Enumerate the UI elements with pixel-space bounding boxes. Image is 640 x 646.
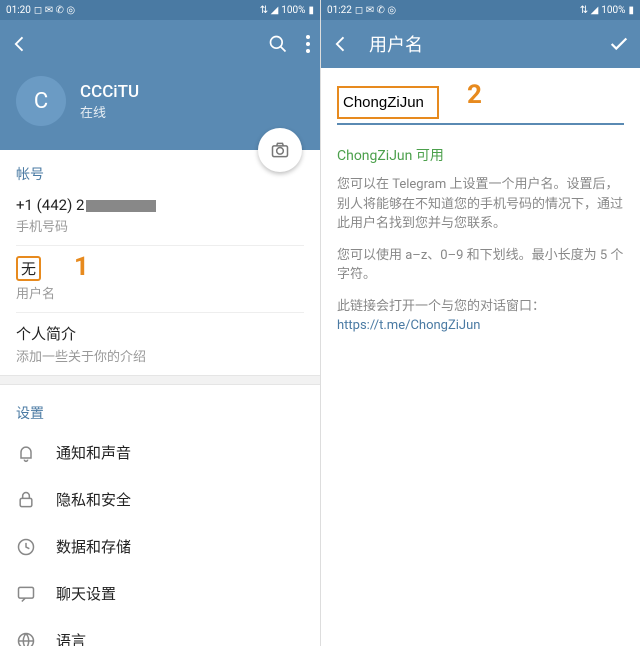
- account-section-title: 帐号: [16, 150, 304, 186]
- username-input[interactable]: [343, 88, 433, 117]
- phone-row[interactable]: +1 (442) 2 手机号码: [16, 186, 304, 246]
- username-screen: 01:22 ◻ ✉ ✆ ◎ ⇅ ◢ 100%▮ 用户名 2 ChongZiJun…: [320, 0, 640, 646]
- back-button[interactable]: [331, 34, 355, 54]
- status-bar: 01:20 ◻ ✉ ✆ ◎ ⇅ ◢ 100%▮: [0, 0, 320, 20]
- header: [0, 20, 320, 68]
- username-highlight: [337, 86, 439, 119]
- settings-screen: 01:20 ◻ ✉ ✆ ◎ ⇅ ◢ 100%▮ C CCCiTU 在线 帐号 +…: [0, 0, 320, 646]
- profile-block: C CCCiTU 在线: [0, 68, 320, 150]
- settings-language[interactable]: 语言: [0, 617, 320, 646]
- availability-text: ChongZiJun 可用: [321, 131, 640, 171]
- search-icon[interactable]: [268, 34, 288, 54]
- avatar[interactable]: C: [16, 76, 66, 126]
- bio-row[interactable]: 个人简介 添加一些关于你的介绍: [16, 313, 304, 375]
- settings-section-title: 设置: [0, 385, 320, 429]
- status-bar: 01:22 ◻ ✉ ✆ ◎ ⇅ ◢ 100%▮: [321, 0, 640, 20]
- status-battery: 100%: [601, 5, 625, 16]
- profile-status: 在线: [80, 102, 139, 121]
- bell-icon: [16, 443, 42, 463]
- data-icon: [16, 537, 42, 557]
- desc-3: 此链接会打开一个与您的对话窗口： https://t.me/ChongZiJun: [321, 293, 640, 344]
- globe-icon: [16, 631, 42, 646]
- confirm-icon[interactable]: [608, 33, 630, 55]
- more-icon[interactable]: [306, 35, 310, 53]
- settings-chat[interactable]: 聊天设置: [0, 570, 320, 617]
- redacted: [86, 200, 156, 212]
- annotation-1: 1: [74, 252, 89, 282]
- status-battery: 100%: [281, 5, 305, 16]
- username-row[interactable]: 无 用户名 1: [16, 246, 304, 313]
- username-link[interactable]: https://t.me/ChongZiJun: [337, 318, 480, 333]
- lock-icon: [16, 490, 42, 510]
- profile-name: CCCiTU: [80, 82, 139, 102]
- desc-1: 您可以在 Telegram 上设置一个用户名。设置后，别人将能够在不知道您的手机…: [321, 171, 640, 242]
- header-title: 用户名: [369, 31, 608, 57]
- desc-2: 您可以使用 a–z、0–9 和下划线。最小长度为 5 个字符。: [321, 242, 640, 293]
- header: 用户名: [321, 20, 640, 68]
- annotation-2: 2: [467, 80, 482, 110]
- back-button[interactable]: [10, 34, 34, 54]
- settings-data[interactable]: 数据和存储: [0, 523, 320, 570]
- username-input-area: 2: [321, 68, 640, 131]
- settings-privacy[interactable]: 隐私和安全: [0, 476, 320, 523]
- status-time: 01:20: [6, 5, 31, 16]
- status-time: 01:22: [327, 5, 352, 16]
- settings-notifications[interactable]: 通知和声音: [0, 429, 320, 476]
- chat-icon: [16, 584, 42, 604]
